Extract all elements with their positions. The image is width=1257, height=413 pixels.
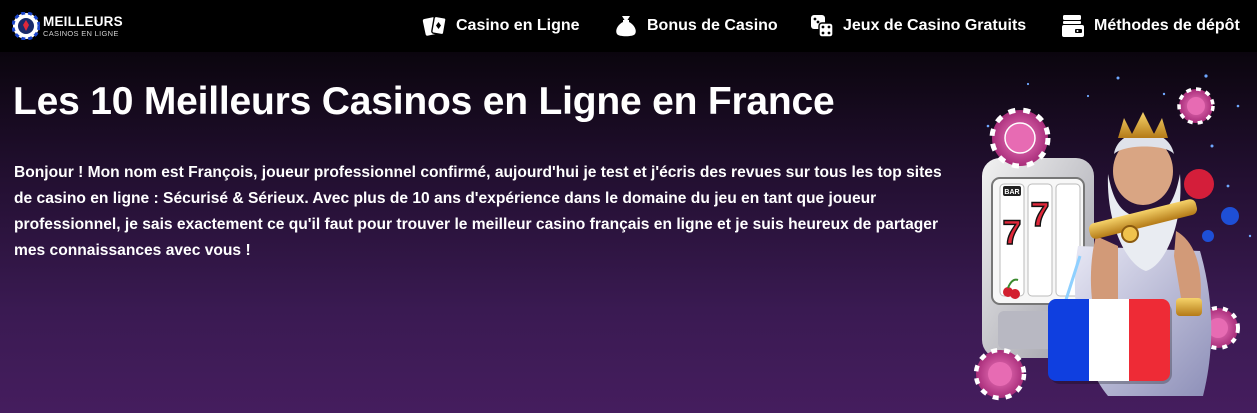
money-bag-icon [616, 16, 636, 37]
site-logo[interactable]: MEILLEURS CASINOS EN LIGNE [12, 10, 132, 42]
nav-item-casino-en-ligne[interactable]: Casino en Ligne [422, 11, 580, 41]
top-navigation-bar: MEILLEURS CASINOS EN LIGNE Casino en Lig… [0, 0, 1257, 52]
hero-illustration: BAR 7 7 [973, 74, 1252, 401]
intro-paragraph: Bonjour ! Mon nom est François, joueur p… [14, 164, 942, 259]
page-title: Les 10 Meilleurs Casinos en Ligne en Fra… [13, 80, 835, 123]
nav-label: Jeux de Casino Gratuits [843, 17, 1027, 34]
logo-main-text: MEILLEURS [43, 14, 123, 29]
nav-label: Bonus de Casino [647, 17, 778, 34]
nav-item-methodes-de-depot[interactable]: Méthodes de dépôt [1060, 11, 1240, 41]
logo-sub-text: CASINOS EN LIGNE [43, 28, 119, 38]
casino-chip-logo-icon [12, 12, 40, 40]
nav-item-bonus-de-casino[interactable]: Bonus de Casino [613, 11, 778, 41]
dice-icon [811, 15, 834, 38]
nav-label: Casino en Ligne [456, 17, 580, 34]
slot-symbol-bar: BAR [1004, 189, 1019, 196]
french-flag-icon [1048, 299, 1172, 384]
nav-label: Méthodes de dépôt [1094, 17, 1240, 34]
slot-symbol-seven: 7 [1031, 196, 1050, 234]
slot-symbol-seven: 7 [1003, 214, 1022, 252]
nav-item-jeux-de-casino-gratuits[interactable]: Jeux de Casino Gratuits [809, 11, 1026, 41]
card-wallet-icon [1062, 15, 1084, 37]
playing-cards-icon [422, 15, 447, 36]
